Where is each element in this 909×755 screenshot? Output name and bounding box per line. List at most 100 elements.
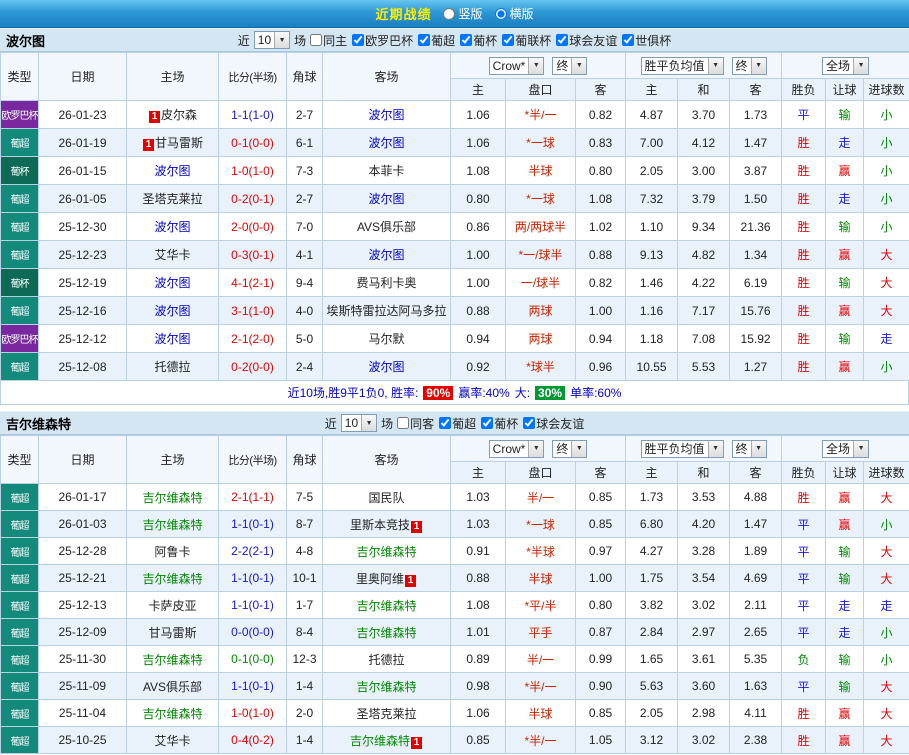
away-team[interactable]: 波尔图 — [368, 248, 404, 262]
filter-checkbox-input[interactable] — [523, 417, 536, 429]
away-team[interactable]: 里斯本竞技 — [350, 518, 410, 532]
filters: 近 10 ▼ 场 同客 葡超 葡杯 球会友谊 — [325, 414, 584, 432]
home-team[interactable]: 卡萨皮亚 — [148, 599, 196, 613]
home-team[interactable]: 吉尔维森特 — [142, 572, 202, 586]
filter-checkbox-input[interactable] — [310, 34, 323, 46]
home-team[interactable]: 艾华卡 — [154, 734, 190, 748]
away-team-cell: 吉尔维森特 — [322, 537, 451, 565]
away-team[interactable]: 吉尔维森特 — [350, 734, 410, 748]
filter-checkbox-input[interactable] — [502, 34, 515, 46]
odds-home: 0.98 — [450, 672, 506, 700]
avg-draw-odds: 5.53 — [677, 352, 731, 381]
match-date: 26-01-15 — [38, 156, 127, 185]
avg-draw-odds: 3.28 — [677, 537, 731, 565]
filter-checkbox-input[interactable] — [481, 417, 494, 429]
avg-odds-dropdown[interactable]: 胜平负均值 ▼ — [640, 56, 724, 75]
filter-checkbox[interactable]: 球会友谊 — [523, 415, 584, 432]
filter-checkbox-input[interactable] — [418, 34, 431, 46]
home-team[interactable]: 艾华卡 — [154, 248, 190, 262]
match-score: 0-2(0-0) — [218, 352, 287, 381]
full-game-dropdown[interactable]: 全场 ▼ — [822, 56, 870, 75]
home-team-cell: 托德拉 — [126, 352, 219, 381]
home-team[interactable]: AVS俱乐部 — [143, 680, 202, 694]
bookmaker-dropdown[interactable]: Crow* ▼ — [488, 56, 545, 75]
bookmaker-dropdown[interactable]: Crow* ▼ — [488, 439, 545, 458]
away-team[interactable]: 埃斯特雷拉达阿马多拉 — [326, 304, 446, 318]
filters: 近 10 ▼ 场 同主 欧罗巴杯 葡超 葡杯 葡联杯 球会友谊 世俱杯 — [238, 31, 671, 49]
away-team[interactable]: 吉尔维森特 — [356, 599, 416, 613]
avg-away-odds: 1.47 — [729, 128, 783, 157]
match-count-dropdown[interactable]: 10 ▼ — [340, 414, 378, 432]
away-team[interactable]: 托德拉 — [368, 653, 404, 667]
away-team[interactable]: 国民队 — [368, 491, 404, 505]
chevron-down-icon: ▼ — [571, 57, 587, 74]
layout-radio-horizontal-input[interactable] — [494, 7, 507, 20]
home-team[interactable]: 波尔图 — [154, 220, 190, 234]
home-team[interactable]: 波尔图 — [154, 304, 190, 318]
away-team[interactable]: 波尔图 — [368, 108, 404, 122]
home-team[interactable]: 托德拉 — [154, 360, 190, 374]
filter-checkbox[interactable]: 球会友谊 — [556, 32, 617, 49]
match-score: 0-2(0-1) — [218, 184, 287, 213]
away-team[interactable]: 费马利卡奥 — [356, 276, 416, 290]
away-team[interactable]: 波尔图 — [368, 360, 404, 374]
filter-checkbox[interactable]: 欧罗巴杯 — [352, 32, 413, 49]
layout-radio-vertical-input[interactable] — [443, 7, 456, 20]
home-team[interactable]: 皮尔森 — [161, 108, 197, 122]
home-team[interactable]: 波尔图 — [154, 164, 190, 178]
red-card-badge: 1 — [142, 139, 154, 151]
home-team[interactable]: 吉尔维森特 — [142, 491, 202, 505]
home-team[interactable]: 圣塔克莱拉 — [142, 192, 202, 206]
away-team[interactable]: 波尔图 — [368, 136, 404, 150]
filter-checkbox[interactable]: 葡超 — [439, 415, 476, 432]
filter-checkbox[interactable]: 葡杯 — [481, 415, 518, 432]
home-team-cell: 吉尔维森特 — [126, 483, 219, 511]
away-team[interactable]: 本菲卡 — [368, 164, 404, 178]
away-team[interactable]: 波尔图 — [368, 192, 404, 206]
home-team[interactable]: 吉尔维森特 — [142, 707, 202, 721]
home-team-cell: 吉尔维森特 — [126, 510, 219, 538]
filter-checkbox-input[interactable] — [556, 34, 569, 46]
home-team[interactable]: 甘马雷斯 — [155, 136, 203, 150]
filter-checkbox-input[interactable] — [622, 34, 635, 46]
home-team[interactable]: 吉尔维森特 — [142, 653, 202, 667]
filter-checkbox-input[interactable] — [439, 417, 452, 429]
home-team[interactable]: 波尔图 — [154, 276, 190, 290]
away-team[interactable]: 吉尔维森特 — [356, 545, 416, 559]
layout-radio-vertical[interactable]: 竖版 — [443, 5, 483, 22]
filter-checkbox[interactable]: 葡联杯 — [502, 32, 551, 49]
match-count-value: 10 — [257, 33, 272, 47]
home-team[interactable]: 吉尔维森特 — [142, 518, 202, 532]
away-team[interactable]: AVS俱乐部 — [357, 220, 416, 234]
home-team[interactable]: 阿鲁卡 — [154, 545, 190, 559]
avg-final-dropdown[interactable]: 终 ▼ — [731, 56, 767, 75]
away-team[interactable]: 吉尔维森特 — [356, 680, 416, 694]
home-team[interactable]: 波尔图 — [154, 332, 190, 346]
home-team[interactable]: 甘马雷斯 — [148, 626, 196, 640]
avg-final-dropdown[interactable]: 终 ▼ — [731, 439, 767, 458]
filter-checkbox-input[interactable] — [397, 417, 410, 429]
away-team[interactable]: 吉尔维森特 — [356, 626, 416, 640]
odds-home: 1.00 — [450, 240, 506, 269]
filter-checkbox[interactable]: 葡超 — [418, 32, 455, 49]
filter-checkbox[interactable]: 葡杯 — [460, 32, 497, 49]
summary-prefix: 近10场,胜9平1负0, 胜率: — [287, 386, 419, 400]
away-team[interactable]: 圣塔克莱拉 — [356, 707, 416, 721]
odds-final-dropdown[interactable]: 终 ▼ — [552, 439, 588, 458]
match-count-dropdown[interactable]: 10 ▼ — [253, 31, 291, 49]
subcol-outcome: 胜负 — [781, 461, 827, 484]
filter-checkbox-input[interactable] — [460, 34, 473, 46]
chevron-down-icon: ▼ — [853, 57, 869, 74]
filter-checkbox-input[interactable] — [352, 34, 365, 46]
odds-final-dropdown[interactable]: 终 ▼ — [552, 56, 588, 75]
filter-checkbox[interactable]: 世俱杯 — [622, 32, 671, 49]
away-team[interactable]: 马尔默 — [368, 332, 404, 346]
avg-odds-dropdown[interactable]: 胜平负均值 ▼ — [640, 439, 724, 458]
filter-checkbox[interactable]: 同客 — [397, 415, 434, 432]
away-team[interactable]: 里奥阿维 — [356, 572, 404, 586]
filter-checkbox[interactable]: 同主 — [310, 32, 347, 49]
avg-home-odds: 4.27 — [625, 537, 679, 565]
layout-radio-horizontal[interactable]: 横版 — [494, 5, 534, 22]
full-game-dropdown[interactable]: 全场 ▼ — [822, 439, 870, 458]
odds-home: 1.06 — [450, 128, 506, 157]
